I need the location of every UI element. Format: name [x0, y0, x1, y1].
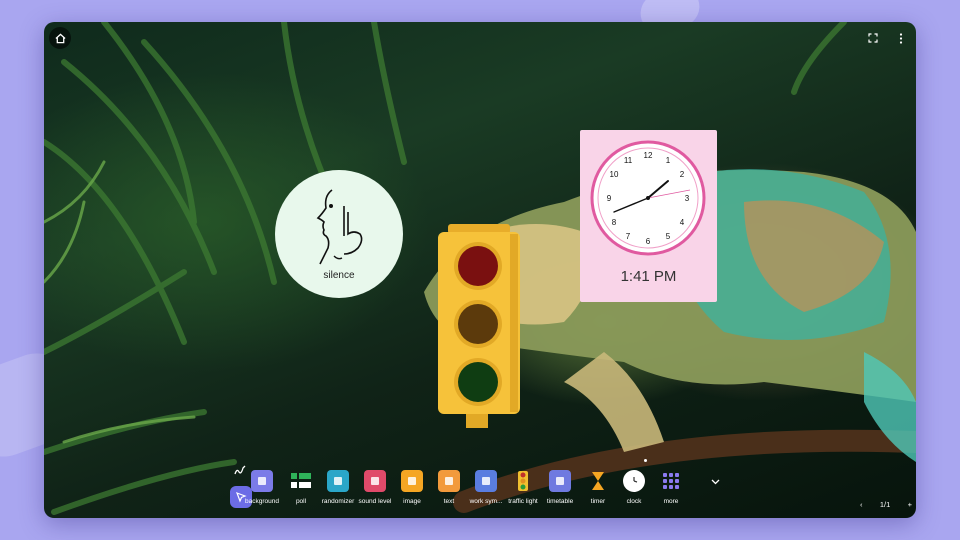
widget-toolbar: background poll randomizer sound level image…: [228, 466, 728, 516]
page-indicator-dot: [644, 459, 647, 462]
tool-label: randomizer: [321, 498, 355, 505]
tool-label: work sym...: [469, 498, 503, 505]
tool-randomizer[interactable]: randomizer: [318, 466, 358, 516]
tool-sound-level[interactable]: sound level: [355, 466, 395, 516]
tool-label: image: [403, 498, 421, 505]
tool-background[interactable]: background: [242, 466, 282, 516]
poll-icon: [290, 470, 312, 492]
traffic-light-widget[interactable]: [436, 222, 522, 432]
svg-text:4: 4: [680, 218, 685, 227]
fullscreen-icon: [868, 33, 878, 43]
add-page-button[interactable]: +: [908, 500, 912, 509]
prev-page-button[interactable]: ‹: [860, 500, 863, 509]
tool-timer[interactable]: timer: [578, 466, 618, 516]
silence-widget[interactable]: silence: [275, 170, 403, 298]
shush-face-icon: [316, 189, 363, 265]
svg-text:7: 7: [626, 232, 631, 241]
background-icon: [251, 470, 273, 492]
tool-label: text: [443, 498, 455, 505]
timetable-icon: [549, 470, 571, 492]
chevron-down-icon: [711, 479, 720, 485]
whiteboard-canvas[interactable]: silence 12 1 2 3 45 6 78 9 10 11 1:41 PM b…: [44, 22, 916, 518]
tool-label: poll: [295, 498, 307, 505]
randomizer-icon: [327, 470, 349, 492]
clock-icon: [623, 470, 645, 492]
tool-label: background: [245, 498, 279, 505]
svg-text:12: 12: [644, 151, 653, 160]
svg-text:6: 6: [646, 237, 651, 246]
tool-label: traffic light: [508, 498, 538, 505]
tool-work-sym[interactable]: work sym...: [466, 466, 506, 516]
clock-time-text: 1:41 PM: [620, 268, 677, 285]
fullscreen-button[interactable]: [862, 27, 884, 49]
svg-text:9: 9: [607, 194, 612, 203]
tool-label: clock: [626, 498, 642, 505]
clock-widget[interactable]: 12 1 2 3 45 6 78 9 10 11 1:41 PM: [580, 130, 717, 302]
traffic-light-icon: [512, 470, 534, 492]
tool-more[interactable]: more: [651, 466, 691, 516]
svg-text:11: 11: [624, 156, 633, 165]
svg-text:5: 5: [666, 232, 671, 241]
more-vertical-icon: [899, 32, 903, 44]
svg-text:1: 1: [666, 156, 671, 165]
page-navigator: ‹ 1/1 +: [860, 496, 912, 512]
more-menu-button[interactable]: [890, 27, 912, 49]
more-grid-icon: [660, 470, 682, 492]
toolbar-expand-button[interactable]: [711, 477, 720, 488]
timer-icon: [587, 470, 609, 492]
tool-poll[interactable]: poll: [281, 466, 321, 516]
tool-image[interactable]: image: [392, 466, 432, 516]
tool-label: more: [663, 498, 679, 505]
tool-clock[interactable]: clock: [614, 466, 654, 516]
work-symbols-icon: [475, 470, 497, 492]
svg-text:8: 8: [612, 218, 617, 227]
analog-clock: 12 12 3 45 6 78 9 10 11: [590, 140, 706, 256]
tool-label: timer: [590, 498, 606, 505]
svg-text:3: 3: [685, 194, 690, 203]
tool-text[interactable]: text: [429, 466, 469, 516]
page-counter: 1/1: [879, 499, 891, 509]
svg-text:2: 2: [680, 170, 685, 179]
home-button[interactable]: [49, 27, 71, 49]
tool-traffic-light[interactable]: traffic light: [503, 466, 543, 516]
home-icon: [54, 33, 66, 43]
silence-label: silence: [323, 270, 355, 281]
image-icon: [401, 470, 423, 492]
tool-label: sound level: [358, 498, 392, 505]
tool-timetable[interactable]: timetable: [540, 466, 580, 516]
svg-text:10: 10: [610, 170, 619, 179]
sound-level-icon: [364, 470, 386, 492]
text-icon: [438, 470, 460, 492]
tool-label: timetable: [546, 498, 574, 505]
